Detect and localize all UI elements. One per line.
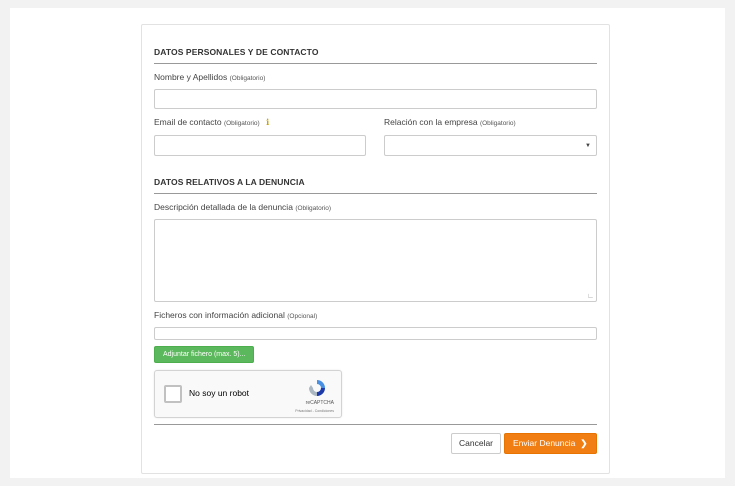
complaint-form: DATOS PERSONALES Y DE CONTACTO Nombre y … [141, 24, 610, 474]
recaptcha-widget: No soy un robot reCAPTCHA Privacidad - C… [154, 370, 342, 418]
name-label: Nombre y Apellidos (Obligatorio) [154, 72, 265, 82]
files-label-text: Ficheros con información adicional [154, 310, 285, 320]
files-input[interactable] [154, 327, 597, 340]
captcha-brand: reCAPTCHA [305, 400, 334, 406]
info-icon[interactable]: i [266, 117, 269, 127]
relation-label: Relación con la empresa (Obligatorio) [384, 117, 516, 127]
email-label: Email de contacto (Obligatorio) i [154, 117, 269, 127]
chevron-down-icon: ▼ [585, 143, 591, 149]
relation-select[interactable]: ▼ [384, 135, 597, 156]
email-required-tag: (Obligatorio) [223, 120, 260, 127]
chevron-right-icon: ❯ [580, 438, 588, 448]
description-textarea[interactable]: ∟ [154, 219, 597, 302]
section-title-complaint: DATOS RELATIVOS A LA DENUNCIA [154, 177, 305, 187]
resize-handle-icon[interactable]: ∟ [587, 293, 594, 300]
description-label-text: Descripción detallada de la denuncia [154, 202, 293, 212]
description-required-tag: (Obligatorio) [295, 205, 332, 212]
submit-complaint-button[interactable]: Enviar Denuncia ❯ [504, 433, 597, 454]
name-input[interactable] [154, 89, 597, 109]
relation-label-text: Relación con la empresa [384, 117, 478, 127]
email-input[interactable] [154, 135, 366, 156]
recaptcha-logo-icon [309, 380, 325, 396]
cancel-button[interactable]: Cancelar [451, 433, 502, 454]
files-optional-tag: (Opcional) [287, 313, 318, 320]
relation-required-tag: (Obligatorio) [479, 120, 516, 127]
captcha-label: No soy un robot [189, 388, 250, 398]
description-label: Descripción detallada de la denuncia (Ob… [154, 202, 331, 212]
captcha-checkbox[interactable] [164, 385, 182, 403]
footer-divider [154, 424, 597, 425]
section-title-personal: DATOS PERSONALES Y DE CONTACTO [154, 47, 319, 57]
submit-label: Enviar Denuncia [513, 438, 576, 448]
captcha-terms-link[interactable]: Privacidad - Condiciones [295, 409, 334, 413]
files-label: Ficheros con información adicional (Opci… [154, 310, 317, 320]
name-label-text: Nombre y Apellidos [154, 72, 228, 82]
email-label-text: Email de contacto [154, 117, 222, 127]
name-required-tag: (Obligatorio) [229, 75, 266, 82]
section-divider [154, 63, 597, 64]
attach-file-button[interactable]: Adjuntar fichero (max. 5)... [154, 346, 255, 363]
section-divider [154, 193, 597, 194]
